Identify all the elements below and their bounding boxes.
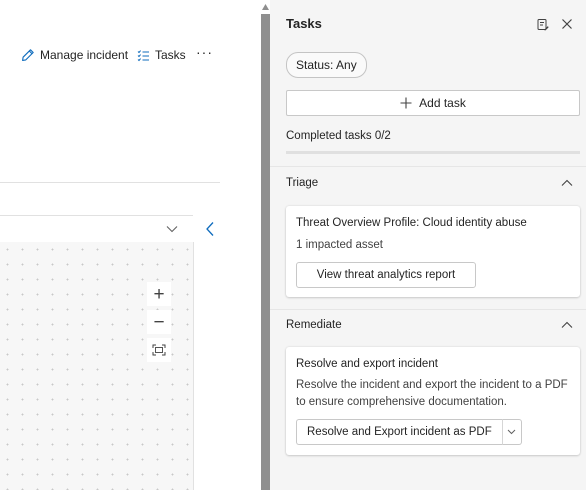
more-icon[interactable]: ··· xyxy=(196,44,213,60)
divider xyxy=(270,166,586,167)
zoom-out-icon[interactable]: − xyxy=(147,310,171,334)
chevron-up-icon[interactable] xyxy=(561,179,573,187)
tasks-panel: Tasks Status: Any Add task Completed tas… xyxy=(270,0,586,490)
resolve-export-button[interactable]: Resolve and Export incident as PDF xyxy=(296,419,503,445)
panel-options-icon[interactable] xyxy=(535,17,549,31)
add-task-label: Add task xyxy=(419,96,466,110)
chevron-down-icon[interactable] xyxy=(166,225,178,233)
scrollbar[interactable] xyxy=(261,14,270,490)
completed-progress-bar xyxy=(286,151,580,154)
tasks-button[interactable]: Tasks xyxy=(137,47,186,63)
task-list-icon xyxy=(137,49,149,61)
fit-screen-icon[interactable] xyxy=(147,338,171,362)
view-threat-analytics-button[interactable]: View threat analytics report xyxy=(296,262,476,288)
section-triage-title: Triage xyxy=(286,177,319,189)
add-task-button[interactable]: Add task xyxy=(286,90,580,116)
section-remediate-title: Remediate xyxy=(286,319,342,331)
divider xyxy=(0,182,220,183)
card-text: 1 impacted asset xyxy=(296,239,383,251)
divider xyxy=(270,309,586,310)
resolve-export-split-button: Resolve and Export incident as PDF xyxy=(296,419,522,445)
chevron-down-icon[interactable] xyxy=(502,419,522,445)
tasks-label: Tasks xyxy=(155,48,186,62)
manage-incident-label: Manage incident xyxy=(40,48,129,62)
manage-incident-button[interactable]: Manage incident xyxy=(21,47,128,63)
completed-tasks-text: Completed tasks 0/2 xyxy=(286,130,391,142)
panel-title: Tasks xyxy=(286,16,322,31)
status-filter-label: Status: Any xyxy=(296,58,357,72)
card-text: Resolve the incident and export the inci… xyxy=(296,379,568,408)
zoom-in-icon[interactable]: + xyxy=(147,282,171,306)
incident-page: Manage incident Tasks ··· + − xyxy=(0,0,262,490)
chevron-up-icon[interactable] xyxy=(561,321,573,329)
graph-header xyxy=(0,215,193,243)
incident-graph[interactable]: + − xyxy=(0,242,194,490)
task-card-threat-overview: Threat Overview Profile: Cloud identity … xyxy=(286,206,580,297)
card-title: Resolve and export incident xyxy=(296,358,438,370)
task-card-resolve-export: Resolve and export incident Resolve the … xyxy=(286,347,580,455)
chevron-left-icon[interactable] xyxy=(203,221,217,237)
scroll-up-arrow[interactable] xyxy=(261,2,270,12)
plus-icon xyxy=(400,97,412,109)
graph-container: + − xyxy=(0,215,220,490)
status-filter[interactable]: Status: Any xyxy=(286,52,367,78)
pencil-icon xyxy=(22,49,34,61)
card-title: Threat Overview Profile: Cloud identity … xyxy=(296,217,527,229)
close-icon[interactable] xyxy=(560,17,574,31)
